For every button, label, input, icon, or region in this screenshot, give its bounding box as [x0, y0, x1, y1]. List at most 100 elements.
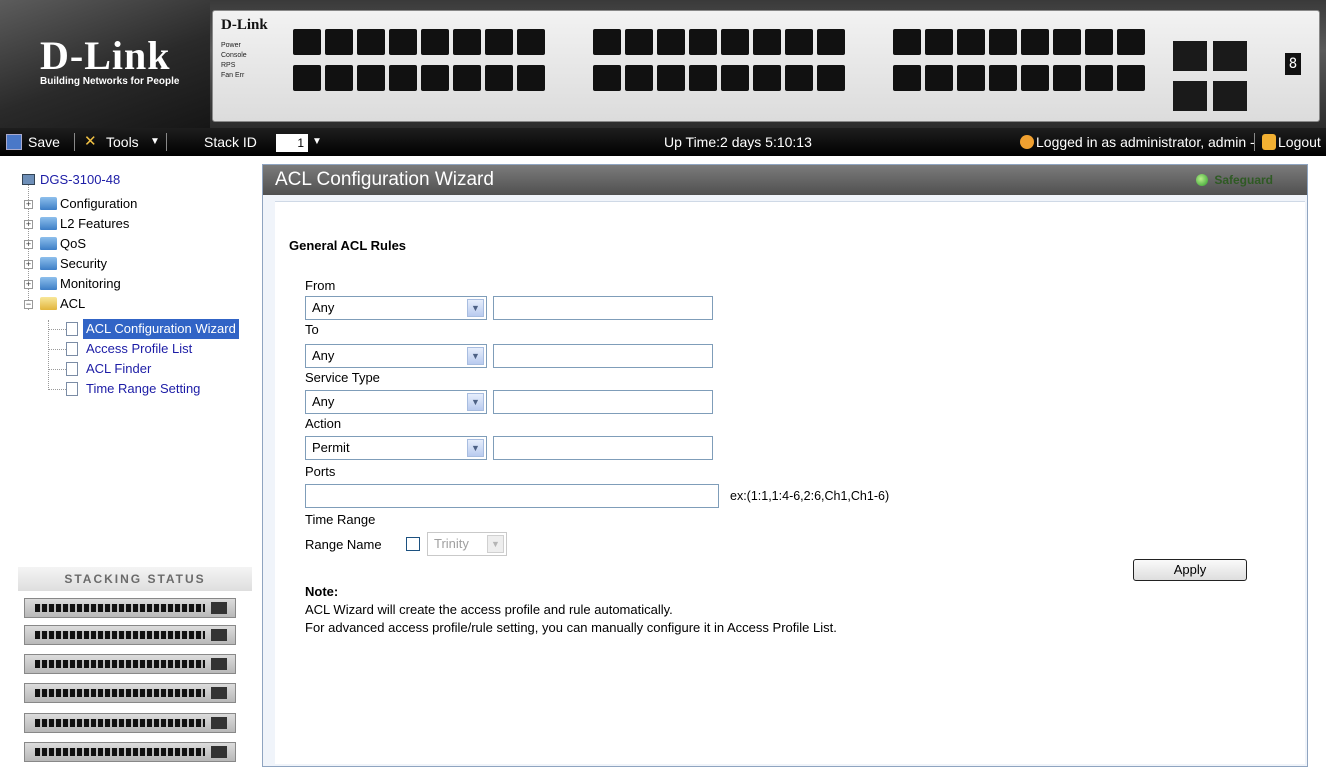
expand-plus-icon[interactable]: + — [24, 280, 33, 289]
ethernet-port[interactable] — [389, 29, 417, 55]
ethernet-port[interactable] — [1117, 29, 1145, 55]
ethernet-port[interactable] — [357, 29, 385, 55]
ethernet-port[interactable] — [593, 65, 621, 91]
to-input[interactable] — [493, 344, 713, 368]
expand-plus-icon[interactable]: + — [24, 220, 33, 229]
ethernet-port[interactable] — [957, 29, 985, 55]
ethernet-port[interactable] — [1021, 65, 1049, 91]
ethernet-port[interactable] — [785, 29, 813, 55]
from-select[interactable]: Any ▼ — [305, 296, 487, 320]
dropdown-arrow-icon[interactable]: ▼ — [467, 439, 484, 457]
from-input[interactable] — [493, 296, 713, 320]
tools-caret-icon[interactable]: ▼ — [150, 128, 160, 156]
ethernet-port[interactable] — [721, 29, 749, 55]
expand-plus-icon[interactable]: + — [24, 240, 33, 249]
ethernet-port[interactable] — [1085, 65, 1113, 91]
ethernet-port[interactable] — [421, 65, 449, 91]
ethernet-port[interactable] — [625, 29, 653, 55]
wrench-icon[interactable]: ✕ — [84, 134, 102, 150]
logout-button[interactable]: Logout — [1278, 128, 1321, 156]
combo-port-1[interactable] — [1173, 41, 1207, 71]
service-type-input[interactable] — [493, 390, 713, 414]
ethernet-port[interactable] — [357, 65, 385, 91]
expand-plus-icon[interactable]: + — [24, 200, 33, 209]
stack-unit-6[interactable] — [24, 742, 236, 762]
ethernet-port[interactable] — [753, 29, 781, 55]
switch-front-panel[interactable]: D-Link Power Console RPS Fan Err 8 — [212, 10, 1320, 122]
ethernet-port[interactable] — [325, 29, 353, 55]
range-name-checkbox[interactable] — [406, 537, 420, 551]
stack-unit-3[interactable] — [24, 654, 236, 674]
stack-unit-1[interactable] — [24, 598, 236, 618]
ethernet-port[interactable] — [325, 65, 353, 91]
sidebar-item-monitoring[interactable]: + Monitoring — [0, 274, 250, 294]
ethernet-port[interactable] — [785, 65, 813, 91]
ethernet-port[interactable] — [1117, 65, 1145, 91]
to-select[interactable]: Any ▼ — [305, 344, 487, 368]
ethernet-port[interactable] — [389, 65, 417, 91]
ethernet-port[interactable] — [925, 29, 953, 55]
logout-icon[interactable] — [1262, 134, 1276, 150]
ethernet-port[interactable] — [753, 65, 781, 91]
sidebar-item-acl-finder[interactable]: ACL Finder — [0, 359, 252, 379]
stack-id-caret-icon[interactable]: ▼ — [312, 128, 322, 156]
combo-port-3[interactable] — [1173, 81, 1207, 111]
ports-input[interactable] — [305, 484, 719, 508]
ethernet-port[interactable] — [989, 65, 1017, 91]
ethernet-port[interactable] — [957, 65, 985, 91]
ethernet-port[interactable] — [293, 65, 321, 91]
ethernet-port[interactable] — [421, 29, 449, 55]
ethernet-port[interactable] — [593, 29, 621, 55]
sidebar-item-access-profile-list[interactable]: Access Profile List — [0, 339, 252, 359]
ethernet-port[interactable] — [1021, 29, 1049, 55]
dropdown-arrow-icon[interactable]: ▼ — [487, 535, 504, 553]
safeguard-status[interactable]: Safeguard — [1196, 171, 1273, 189]
stack-unit-2[interactable] — [24, 625, 236, 645]
combo-port-4[interactable] — [1213, 81, 1247, 111]
ethernet-port[interactable] — [893, 29, 921, 55]
expand-plus-icon[interactable]: + — [24, 260, 33, 269]
ethernet-port[interactable] — [1085, 29, 1113, 55]
ethernet-port[interactable] — [1053, 29, 1081, 55]
ethernet-port[interactable] — [517, 65, 545, 91]
sidebar-item-acl-configuration-wizard[interactable]: ACL Configuration Wizard — [0, 319, 252, 339]
ethernet-port[interactable] — [485, 65, 513, 91]
ethernet-port[interactable] — [893, 65, 921, 91]
ethernet-port[interactable] — [817, 29, 845, 55]
save-icon[interactable] — [6, 134, 22, 150]
action-input[interactable] — [493, 436, 713, 460]
sidebar-item-configuration[interactable]: + Configuration — [0, 194, 250, 214]
range-name-select[interactable]: Trinity ▼ — [427, 532, 507, 556]
ethernet-port[interactable] — [689, 29, 717, 55]
stack-unit-4[interactable] — [24, 683, 236, 703]
sidebar-item-l2-features[interactable]: + L2 Features — [0, 214, 250, 234]
ethernet-port[interactable] — [485, 29, 513, 55]
ethernet-port[interactable] — [1053, 65, 1081, 91]
ethernet-port[interactable] — [293, 29, 321, 55]
ethernet-port[interactable] — [657, 65, 685, 91]
dropdown-arrow-icon[interactable]: ▼ — [467, 299, 484, 317]
ethernet-port[interactable] — [925, 65, 953, 91]
ethernet-port[interactable] — [453, 29, 481, 55]
sidebar-item-acl[interactable]: − ACL — [0, 294, 250, 314]
sidebar-item-security[interactable]: + Security — [0, 254, 250, 274]
ethernet-port[interactable] — [625, 65, 653, 91]
sidebar-item-qos[interactable]: + QoS — [0, 234, 250, 254]
ethernet-port[interactable] — [689, 65, 717, 91]
dropdown-arrow-icon[interactable]: ▼ — [467, 393, 484, 411]
sidebar-item-time-range-setting[interactable]: Time Range Setting — [0, 379, 252, 399]
ethernet-port[interactable] — [817, 65, 845, 91]
save-button[interactable]: Save — [28, 128, 60, 156]
stack-id-select[interactable]: 1 — [276, 134, 308, 152]
ethernet-port[interactable] — [657, 29, 685, 55]
ethernet-port[interactable] — [721, 65, 749, 91]
action-select[interactable]: Permit ▼ — [305, 436, 487, 460]
apply-button[interactable]: Apply — [1133, 559, 1247, 581]
dropdown-arrow-icon[interactable]: ▼ — [467, 347, 484, 365]
ethernet-port[interactable] — [517, 29, 545, 55]
combo-port-2[interactable] — [1213, 41, 1247, 71]
ethernet-port[interactable] — [989, 29, 1017, 55]
tools-menu-button[interactable]: Tools — [106, 128, 139, 156]
service-type-select[interactable]: Any ▼ — [305, 390, 487, 414]
collapse-minus-icon[interactable]: − — [24, 300, 33, 309]
